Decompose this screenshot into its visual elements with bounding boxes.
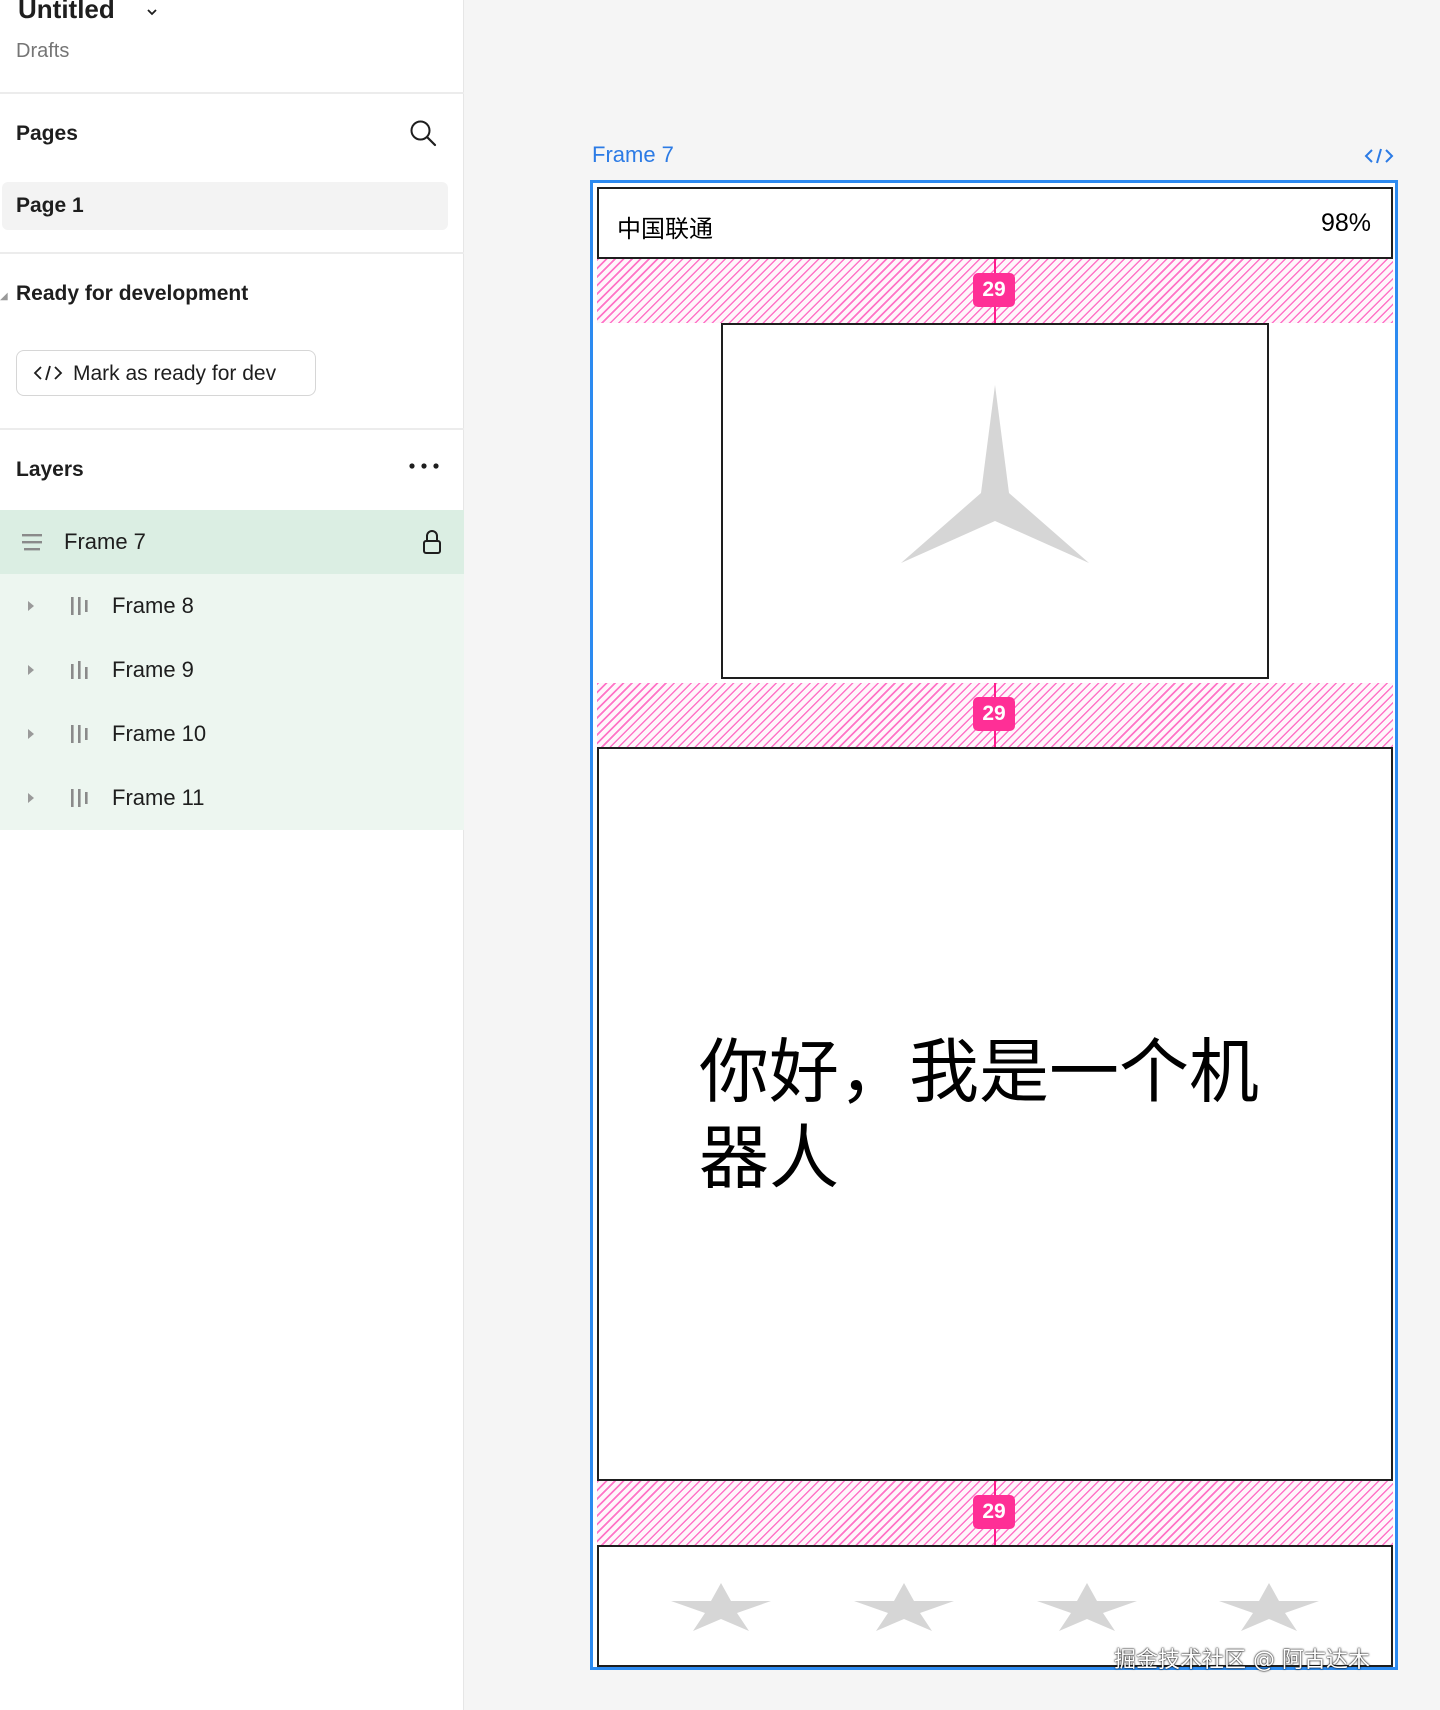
caret-right-icon[interactable]	[26, 663, 36, 677]
layer-children: Frame 8 Frame 9 Frame 10 Frame 11	[0, 574, 464, 830]
search-icon[interactable]	[408, 118, 438, 148]
horizontal-auto-layout-icon	[71, 789, 88, 807]
star-icon[interactable]	[1219, 1581, 1319, 1633]
caret-right-icon[interactable]	[26, 791, 36, 805]
caret-right-icon[interactable]	[26, 727, 36, 741]
spacing-badge: 29	[973, 697, 1015, 731]
layer-label: Frame 9	[112, 657, 194, 682]
star-icon[interactable]	[671, 1581, 771, 1633]
watermark-text: 掘金技术社区 @ 阿古达木	[1114, 1648, 1370, 1673]
more-options-icon[interactable]	[406, 460, 442, 472]
page-item-page-1[interactable]: Page 1	[2, 182, 448, 230]
battery-label: 98%	[1320, 209, 1371, 237]
ready-for-development-title: Ready for development	[16, 282, 249, 305]
message-frame[interactable]: 你好，我是一个机器人	[597, 747, 1393, 1481]
star-icon[interactable]	[1037, 1581, 1137, 1633]
lock-icon[interactable]	[420, 528, 444, 556]
code-icon[interactable]	[1364, 146, 1394, 166]
layer-row-frame-9[interactable]: Frame 9	[0, 638, 464, 702]
layer-label: Frame 7	[64, 529, 146, 554]
status-bar[interactable]: 中国联通 98%	[597, 187, 1393, 259]
layer-label: Frame 8	[112, 593, 194, 618]
divider	[0, 252, 464, 254]
layer-row-frame-7[interactable]: Frame 7	[0, 510, 464, 574]
spacing-badge: 29	[973, 1495, 1015, 1529]
horizontal-auto-layout-icon	[71, 661, 88, 679]
spacing-indicator: 29	[597, 1481, 1393, 1545]
layer-row-frame-10[interactable]: Frame 10	[0, 702, 464, 766]
mark-as-ready-label: Mark as ready for dev	[73, 362, 277, 385]
carrier-label: 中国联通	[617, 215, 713, 243]
spacing-indicator: 29	[597, 259, 1393, 323]
divider	[0, 92, 464, 94]
left-sidebar: Untitled Drafts Pages Page 1 ◢ Ready for…	[0, 0, 464, 1710]
vertical-auto-layout-icon	[22, 534, 42, 551]
tri-star-icon	[901, 385, 1089, 563]
divider	[0, 428, 464, 430]
caret-right-icon[interactable]	[26, 599, 36, 613]
layers-section-title: Layers	[16, 458, 84, 481]
frame-7-selected[interactable]: 中国联通 98% 29 29 你好，我是一个机器人 29	[590, 180, 1398, 1670]
page-item-label: Page 1	[16, 194, 84, 217]
layer-row-frame-11[interactable]: Frame 11	[0, 766, 464, 830]
horizontal-auto-layout-icon	[71, 725, 88, 743]
spacing-badge: 29	[973, 273, 1015, 307]
mark-as-ready-for-dev-button[interactable]: Mark as ready for dev	[16, 350, 316, 396]
layer-label: Frame 11	[112, 785, 205, 810]
code-icon	[33, 365, 63, 381]
layer-label: Frame 10	[112, 721, 207, 746]
image-placeholder-frame[interactable]	[721, 323, 1269, 679]
star-icon[interactable]	[854, 1581, 954, 1633]
spacing-indicator: 29	[597, 683, 1393, 747]
message-text: 你好，我是一个机器人	[699, 1031, 1259, 1199]
pages-section-title: Pages	[16, 122, 78, 145]
file-title[interactable]: Untitled	[18, 0, 115, 25]
file-location[interactable]: Drafts	[16, 40, 69, 63]
collapse-caret-icon[interactable]: ◢	[0, 291, 8, 302]
frame-name-label[interactable]: Frame 7	[592, 142, 674, 168]
layer-row-frame-8[interactable]: Frame 8	[0, 574, 464, 638]
horizontal-auto-layout-icon	[71, 597, 88, 615]
chevron-down-icon[interactable]	[146, 6, 158, 18]
